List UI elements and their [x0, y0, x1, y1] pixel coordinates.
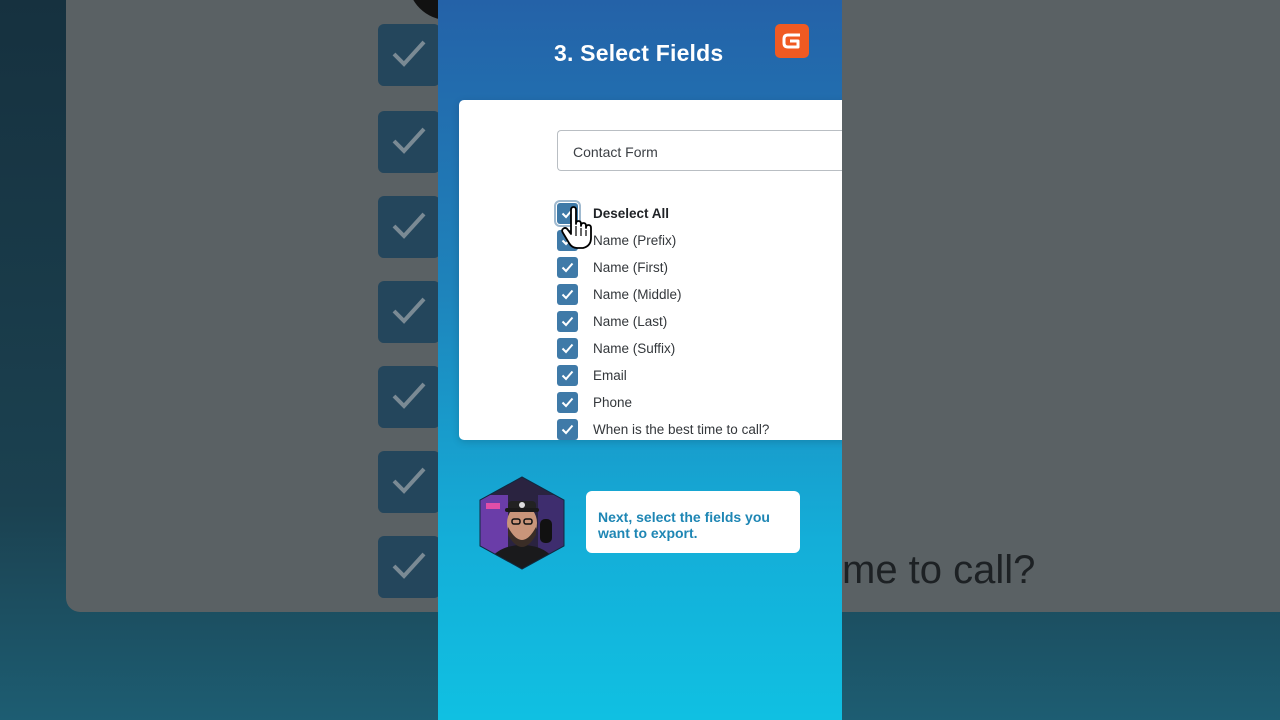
- field-checkbox[interactable]: [557, 338, 578, 359]
- deselect-all-label: Deselect All: [593, 206, 670, 221]
- field-checkbox-list: Deselect All Name (Prefix) Name (First) Na…: [554, 200, 769, 443]
- background-checkbox: [378, 24, 440, 86]
- speech-bubble: Next, select the fields you want to expo…: [586, 491, 800, 553]
- tutorial-panel: 3. Select Fields Contact Form Deselect A…: [438, 0, 842, 720]
- field-row[interactable]: Name (Last): [557, 308, 769, 335]
- field-label: Name (Last): [593, 314, 668, 329]
- deselect-all-checkbox[interactable]: [554, 200, 581, 227]
- field-label: Name (Prefix): [593, 233, 677, 248]
- field-label: Name (Suffix): [593, 341, 676, 356]
- background-checkbox: [378, 536, 440, 598]
- field-label: Email: [593, 368, 627, 383]
- gravity-forms-logo-icon: [775, 24, 809, 58]
- field-row[interactable]: Name (Prefix): [557, 227, 769, 254]
- deselect-all-toggle[interactable]: Deselect All: [554, 200, 769, 227]
- field-row[interactable]: Name (Middle): [557, 281, 769, 308]
- background-checkbox: [378, 366, 440, 428]
- export-settings-card: Contact Form Deselect All Name (Prefix) N…: [459, 100, 842, 440]
- field-row[interactable]: Name (Suffix): [557, 335, 769, 362]
- field-checkbox[interactable]: [557, 230, 578, 251]
- form-select[interactable]: Contact Form: [557, 130, 842, 171]
- background-checkbox: [378, 196, 440, 258]
- presenter-avatar: [478, 475, 566, 571]
- field-label: Phone: [593, 395, 633, 410]
- field-checkbox[interactable]: [557, 365, 578, 386]
- background-field-text: me to call?: [842, 548, 1036, 592]
- field-label: When is the best time to call?: [593, 422, 770, 437]
- background-checkbox: [378, 281, 440, 343]
- field-row[interactable]: Email: [557, 362, 769, 389]
- field-checkbox[interactable]: [557, 311, 578, 332]
- field-checkbox[interactable]: [557, 392, 578, 413]
- field-checkbox[interactable]: [557, 257, 578, 278]
- field-row[interactable]: When is the best time to call?: [557, 416, 769, 443]
- background-checkbox: [378, 111, 440, 173]
- field-label: Name (Middle): [593, 287, 682, 302]
- field-label: Name (First): [593, 260, 668, 275]
- field-checkbox[interactable]: [557, 419, 578, 440]
- field-row[interactable]: Phone: [557, 389, 769, 416]
- field-row[interactable]: Name (First): [557, 254, 769, 281]
- field-checkbox[interactable]: [557, 284, 578, 305]
- background-checkbox: [378, 451, 440, 513]
